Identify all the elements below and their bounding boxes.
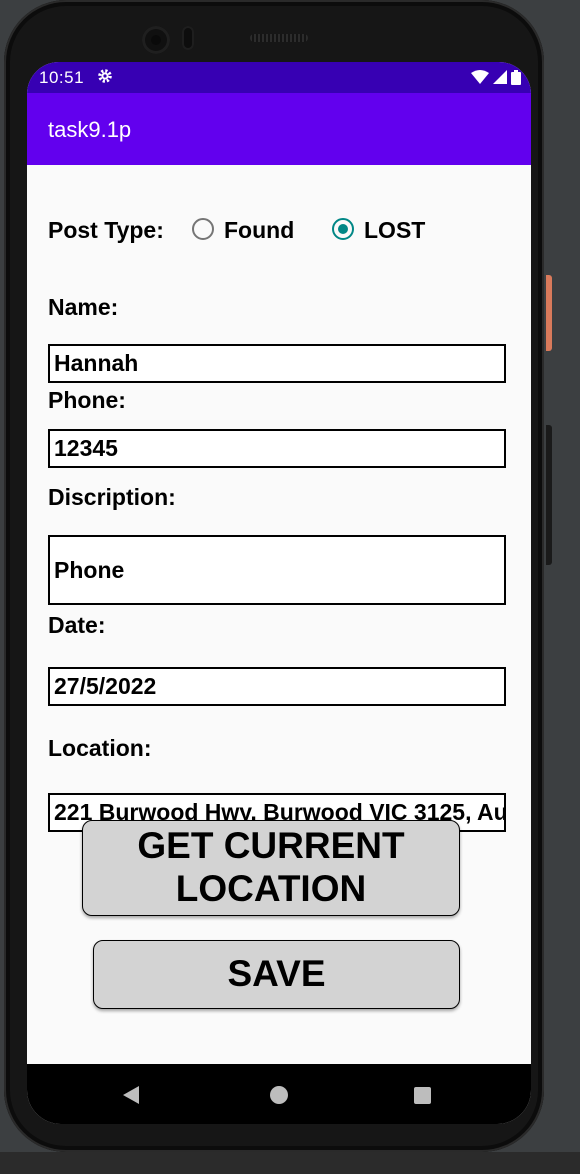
home-nav-icon[interactable] [270,1086,288,1104]
screen: 10:51 task9.1p Post Type: Found LOST Nam… [27,62,531,1124]
cell-signal-icon [493,70,507,84]
name-field[interactable]: Hannah [48,344,506,383]
phone-field[interactable]: 12345 [48,429,506,468]
name-label: Name: [48,294,119,320]
radio-lost-label[interactable]: LOST [364,217,425,244]
proximity-sensor [182,26,194,50]
status-icons [471,69,521,85]
power-button [546,275,552,351]
get-current-location-button[interactable]: GET CURRENT LOCATION [82,820,460,916]
status-time: 10:51 [39,68,85,87]
get-location-label-line1: GET CURRENT [137,825,405,867]
status-bar: 10:51 [27,62,531,93]
date-field[interactable]: 27/5/2022 [48,667,506,706]
volume-button [546,425,552,565]
radio-lost[interactable] [332,218,354,240]
phone-label: Phone: [48,387,126,413]
radio-found-label[interactable]: Found [224,217,294,244]
get-location-button-label: GET CURRENT LOCATION [137,825,404,910]
date-label: Date: [48,612,106,638]
wifi-icon [471,70,489,84]
front-camera [142,26,170,54]
earpiece-speaker [250,34,308,42]
navigation-bar [27,1064,531,1124]
app-bar: task9.1p [27,93,531,165]
location-label: Location: [48,735,152,761]
battery-icon [511,69,521,85]
save-button[interactable]: SAVE [93,940,460,1009]
post-type-label: Post Type: [48,217,164,243]
settings-gear-icon [98,69,112,83]
emulator-bottom-strip [0,1152,580,1174]
description-label: Discription: [48,484,176,510]
radio-found[interactable] [192,218,214,240]
description-field[interactable]: Phone [48,535,506,605]
back-nav-icon[interactable] [123,1086,139,1104]
recents-nav-icon[interactable] [414,1087,431,1104]
app-title: task9.1p [48,117,132,142]
get-location-label-line2: LOCATION [175,868,367,909]
